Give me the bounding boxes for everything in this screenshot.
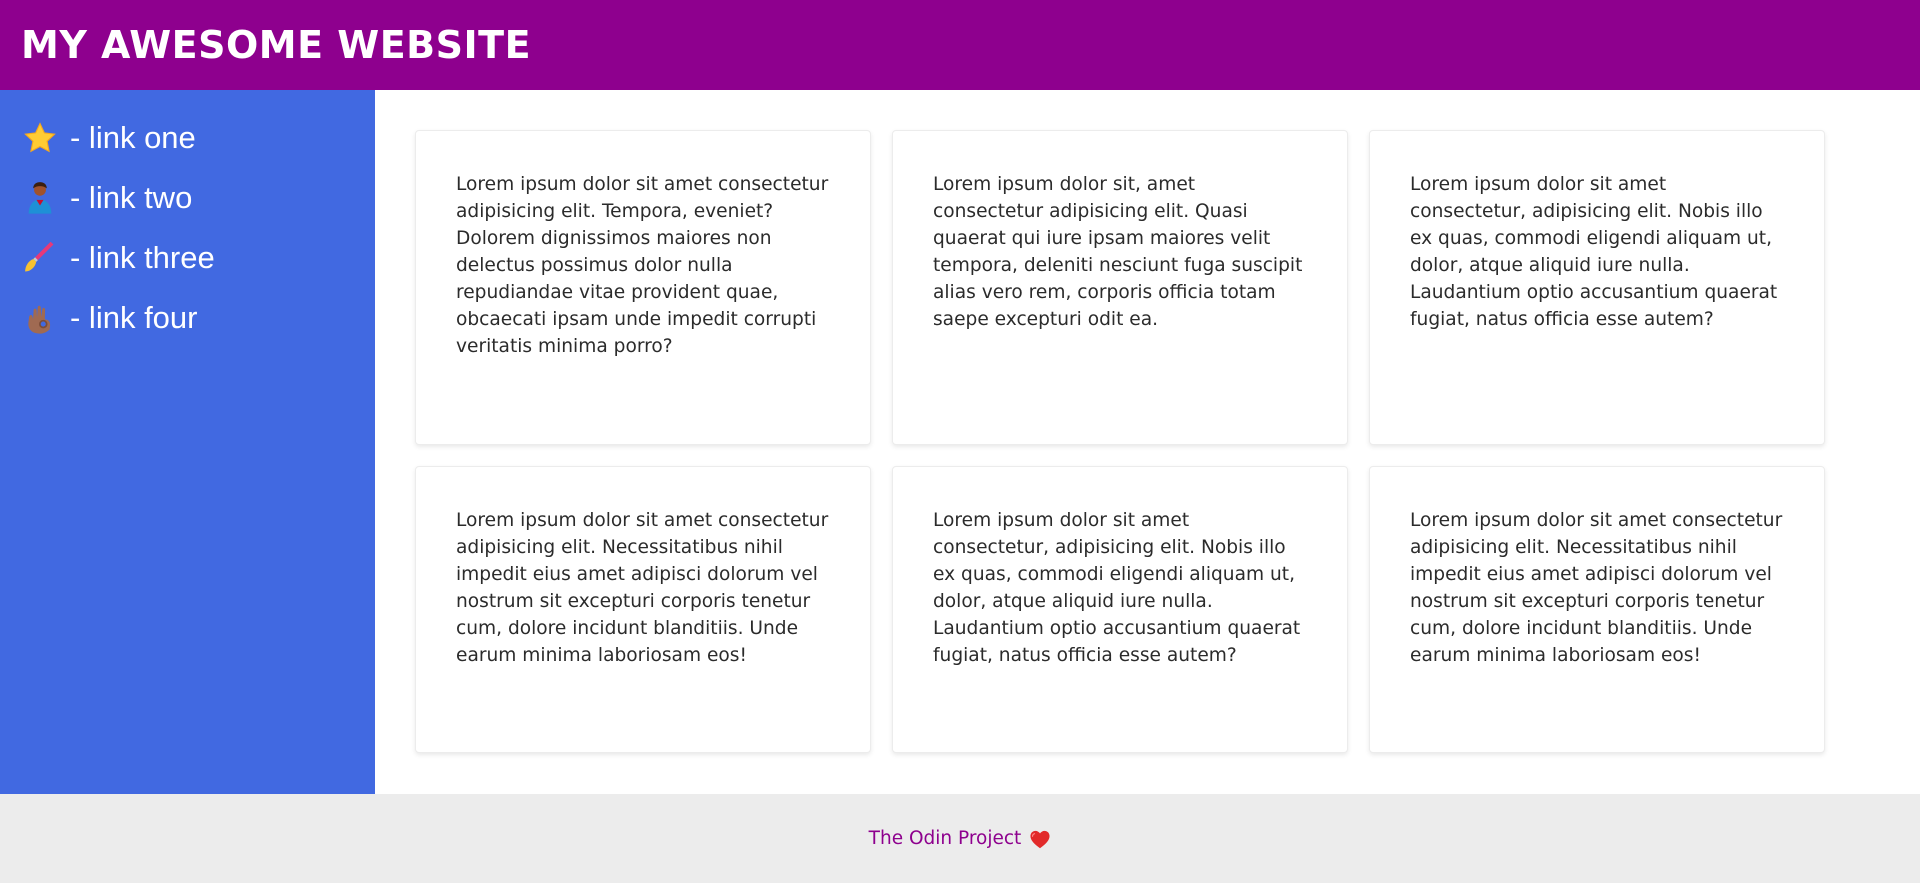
card-text: Lorem ipsum dolor sit amet consectetur, … <box>933 510 1301 666</box>
card-text: Lorem ipsum dolor sit amet consectetur a… <box>456 510 829 666</box>
content-card: Lorem ipsum dolor sit amet consectetur, … <box>892 466 1348 753</box>
card-text: Lorem ipsum dolor sit, amet consectetur … <box>933 174 1303 330</box>
sidebar-item-link-three[interactable]: - link three <box>0 228 375 288</box>
sidebar-item-label: - link two <box>70 180 193 215</box>
content-card: Lorem ipsum dolor sit amet consectetur a… <box>415 130 871 445</box>
person-icon <box>22 180 58 216</box>
site-footer: The Odin Project <box>0 794 1920 883</box>
ok-hand-icon <box>22 300 58 336</box>
sidebar-item-link-four[interactable]: - link four <box>0 288 375 348</box>
content-card: Lorem ipsum dolor sit, amet consectetur … <box>892 130 1348 445</box>
sidebar-item-label: - link four <box>70 300 198 335</box>
sidebar-item-label: - link three <box>70 240 215 275</box>
sidebar-item-link-two[interactable]: - link two <box>0 168 375 228</box>
card-text: Lorem ipsum dolor sit amet consectetur a… <box>1410 510 1783 666</box>
content-card: Lorem ipsum dolor sit amet consectetur a… <box>1369 466 1825 753</box>
sidebar: - link one - link two - link three - lin… <box>0 90 375 794</box>
paintbrush-icon <box>22 240 58 276</box>
footer-text: The Odin Project <box>868 828 1022 849</box>
content-card: Lorem ipsum dolor sit amet consectetur, … <box>1369 130 1825 445</box>
sidebar-item-link-one[interactable]: - link one <box>0 108 375 168</box>
main-content: Lorem ipsum dolor sit amet consectetur a… <box>375 90 1920 794</box>
content-card: Lorem ipsum dolor sit amet consectetur a… <box>415 466 871 753</box>
heart-icon <box>1029 829 1051 849</box>
card-text: Lorem ipsum dolor sit amet consectetur, … <box>1410 174 1778 330</box>
card-text: Lorem ipsum dolor sit amet consectetur a… <box>456 174 829 357</box>
site-header: MY AWESOME WEBSITE <box>0 0 1920 90</box>
site-title: MY AWESOME WEBSITE <box>21 23 532 67</box>
star-icon <box>22 120 58 156</box>
sidebar-item-label: - link one <box>70 120 196 155</box>
